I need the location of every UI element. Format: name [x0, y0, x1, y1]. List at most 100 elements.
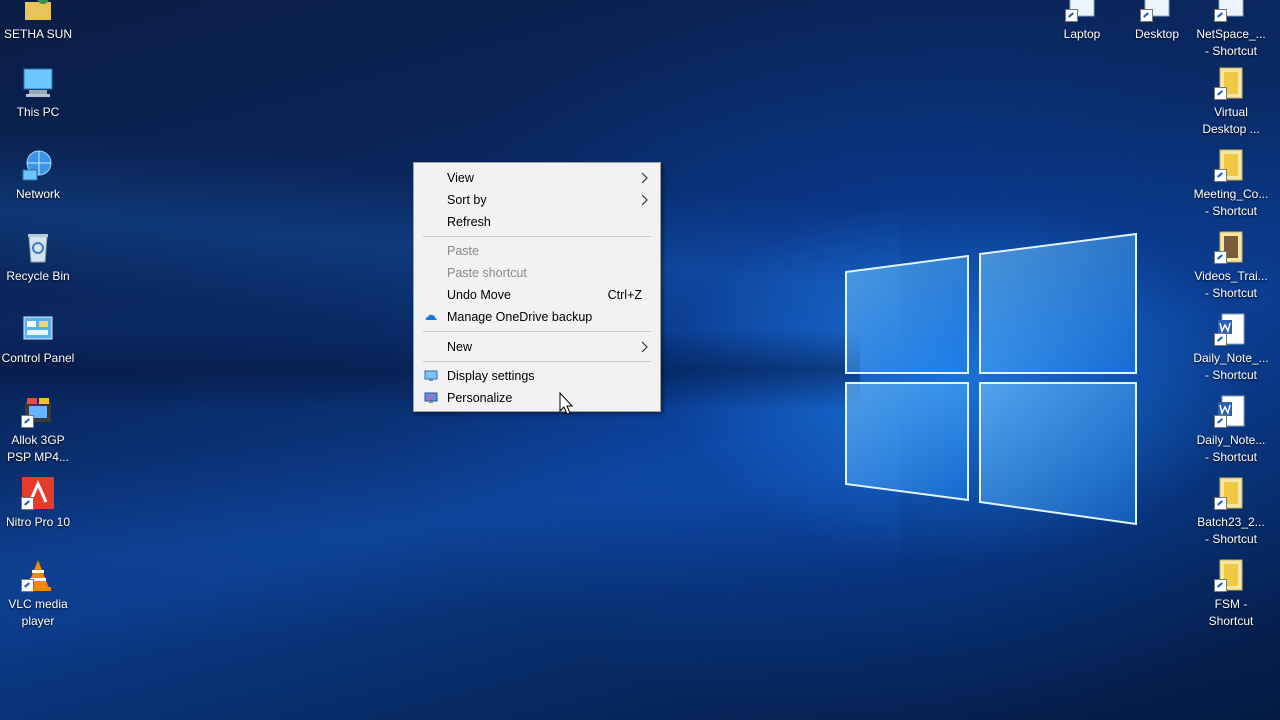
- menu-item-refresh[interactable]: Refresh: [414, 211, 660, 233]
- chevron-right-icon: [641, 341, 648, 353]
- desktop-icon-label: Network: [15, 187, 60, 201]
- desktop-icon-netspace[interactable]: NetSpace_... - Shortcut: [1193, 0, 1269, 60]
- control-panel-icon: [21, 312, 55, 346]
- desktop-icon-label: - Shortcut: [1204, 532, 1258, 546]
- menu-item-display-settings[interactable]: Display settings: [414, 365, 660, 387]
- shortcut-arrow-icon: [1214, 251, 1227, 264]
- desktop-icon-label: Virtual: [1214, 105, 1248, 119]
- menu-item-label: Personalize: [447, 391, 513, 405]
- shortcut-arrow-icon: [1214, 333, 1227, 346]
- desktop-icon-label: Laptop: [1063, 27, 1101, 41]
- desktop-icon-label: Control Panel: [1, 351, 75, 365]
- desktop-icon-control-panel[interactable]: Control Panel: [0, 312, 76, 367]
- desktop-icon-meeting[interactable]: Meeting_Co... - Shortcut: [1193, 148, 1269, 220]
- desktop-shortcut-icon: [1140, 0, 1174, 22]
- menu-item-onedrive[interactable]: Manage OneDrive backup: [414, 306, 660, 328]
- desktop-icon-label: VLC media: [8, 597, 68, 611]
- nitro-pdf-icon: [21, 476, 55, 510]
- video-converter-icon: [21, 394, 55, 428]
- shortcut-arrow-icon: [1214, 415, 1227, 428]
- computer-icon: [21, 66, 55, 100]
- menu-item-label: Paste shortcut: [447, 266, 527, 280]
- chevron-right-icon: [641, 172, 648, 184]
- menu-item-view[interactable]: View: [414, 167, 660, 189]
- desktop-icon-label: Videos_Trai...: [1194, 269, 1268, 283]
- menu-item-label: Undo Move: [447, 288, 511, 302]
- desktop-icon-nitro[interactable]: Nitro Pro 10: [0, 476, 76, 531]
- chevron-right-icon: [641, 194, 648, 206]
- mouse-pointer-icon: [559, 392, 573, 415]
- desktop-icon-label: Nitro Pro 10: [5, 515, 71, 529]
- menu-item-sort-by[interactable]: Sort by: [414, 189, 660, 211]
- display-settings-icon: [424, 370, 438, 381]
- menu-item-label: Refresh: [447, 215, 491, 229]
- desktop-icon-batch23[interactable]: Batch23_2... - Shortcut: [1193, 476, 1269, 548]
- desktop-icon-recycle-bin[interactable]: Recycle Bin: [0, 230, 76, 285]
- menu-item-label: View: [447, 171, 474, 185]
- desktop-icon-label: Shortcut: [1208, 614, 1254, 628]
- word-document-icon: [1214, 394, 1248, 428]
- desktop-icon-label: This PC: [16, 105, 60, 119]
- desktop-icon-laptop[interactable]: Laptop: [1044, 0, 1120, 43]
- desktop-icon-label: Daily_Note...: [1196, 433, 1266, 447]
- menu-item-label: Paste: [447, 244, 479, 258]
- windows-logo-wallpaper: [840, 232, 1140, 527]
- desktop-icon-user[interactable]: SETHA SUN: [0, 0, 76, 43]
- desktop-icon-daily-note-2[interactable]: Daily_Note... - Shortcut: [1193, 394, 1269, 466]
- personalize-icon: [424, 392, 438, 403]
- desktop-icon-desktop[interactable]: Desktop: [1119, 0, 1195, 43]
- shortcut-arrow-icon: [21, 415, 34, 428]
- menu-item-shortcut-key: Ctrl+Z: [607, 288, 642, 302]
- desktop-context-menu: View Sort by Refresh Paste Paste shortcu…: [413, 162, 661, 412]
- desktop-icon-label: NetSpace_...: [1196, 27, 1266, 41]
- desktop-icon-label: Batch23_2...: [1197, 515, 1265, 529]
- desktop-icon-videos[interactable]: Videos_Trai... - Shortcut: [1193, 230, 1269, 302]
- menu-item-paste-shortcut[interactable]: Paste shortcut: [414, 262, 660, 284]
- folder-shortcut-icon: [1214, 148, 1248, 182]
- menu-item-personalize[interactable]: Personalize: [414, 387, 660, 409]
- desktop-icon-fsm[interactable]: FSM - Shortcut: [1193, 558, 1269, 630]
- desktop-icon-label: PSP MP4...: [7, 450, 69, 464]
- onedrive-cloud-icon: [425, 314, 437, 320]
- recycle-bin-icon: [21, 230, 55, 264]
- menu-separator: [423, 236, 651, 237]
- desktop-icon-this-pc[interactable]: This PC: [0, 66, 76, 121]
- desktop-icon-label: FSM -: [1214, 597, 1248, 611]
- menu-separator: [423, 331, 651, 332]
- desktop-icon-label: Daily_Note_...: [1193, 351, 1269, 365]
- desktop-icon-label: - Shortcut: [1204, 368, 1258, 382]
- shortcut-arrow-icon: [1214, 497, 1227, 510]
- shortcut-arrow-icon: [1140, 9, 1153, 22]
- menu-item-new[interactable]: New: [414, 336, 660, 358]
- desktop-icon-label: - Shortcut: [1204, 44, 1258, 58]
- laptop-shortcut-icon: [1065, 0, 1099, 22]
- menu-item-label: New: [447, 340, 473, 354]
- shortcut-arrow-icon: [1214, 87, 1227, 100]
- user-folder-icon: [21, 0, 55, 22]
- menu-separator: [423, 361, 651, 362]
- desktop-icon-vlc[interactable]: VLC media player: [0, 558, 76, 630]
- shortcut-arrow-icon: [21, 579, 34, 592]
- desktop-icon-label: Desktop ...: [1202, 122, 1260, 136]
- desktop-icon-network[interactable]: Network: [0, 148, 76, 203]
- shortcut-arrow-icon: [21, 497, 34, 510]
- netspace-shortcut-icon: [1214, 0, 1248, 22]
- word-document-icon: [1214, 312, 1248, 346]
- menu-item-paste[interactable]: Paste: [414, 240, 660, 262]
- desktop-icon-label: - Shortcut: [1204, 286, 1258, 300]
- folder-shortcut-icon: [1214, 558, 1248, 592]
- shortcut-arrow-icon: [1214, 579, 1227, 592]
- folder-shortcut-icon: [1214, 230, 1248, 264]
- menu-item-label: Display settings: [447, 369, 535, 383]
- desktop-icon-allok[interactable]: Allok 3GP PSP MP4...: [0, 394, 76, 466]
- network-globe-icon: [21, 148, 55, 182]
- desktop-icon-label: Allok 3GP: [11, 433, 65, 447]
- desktop-icon-virtual-desktop[interactable]: Virtual Desktop ...: [1193, 66, 1269, 138]
- shortcut-arrow-icon: [1214, 169, 1227, 182]
- wallpaper-light-beam: [0, 372, 900, 668]
- folder-shortcut-icon: [1214, 476, 1248, 510]
- shortcut-arrow-icon: [1214, 9, 1227, 22]
- desktop-icon-daily-note-1[interactable]: Daily_Note_... - Shortcut: [1193, 312, 1269, 384]
- desktop-icon-label: SETHA SUN: [3, 27, 72, 41]
- menu-item-undo-move[interactable]: Undo Move Ctrl+Z: [414, 284, 660, 306]
